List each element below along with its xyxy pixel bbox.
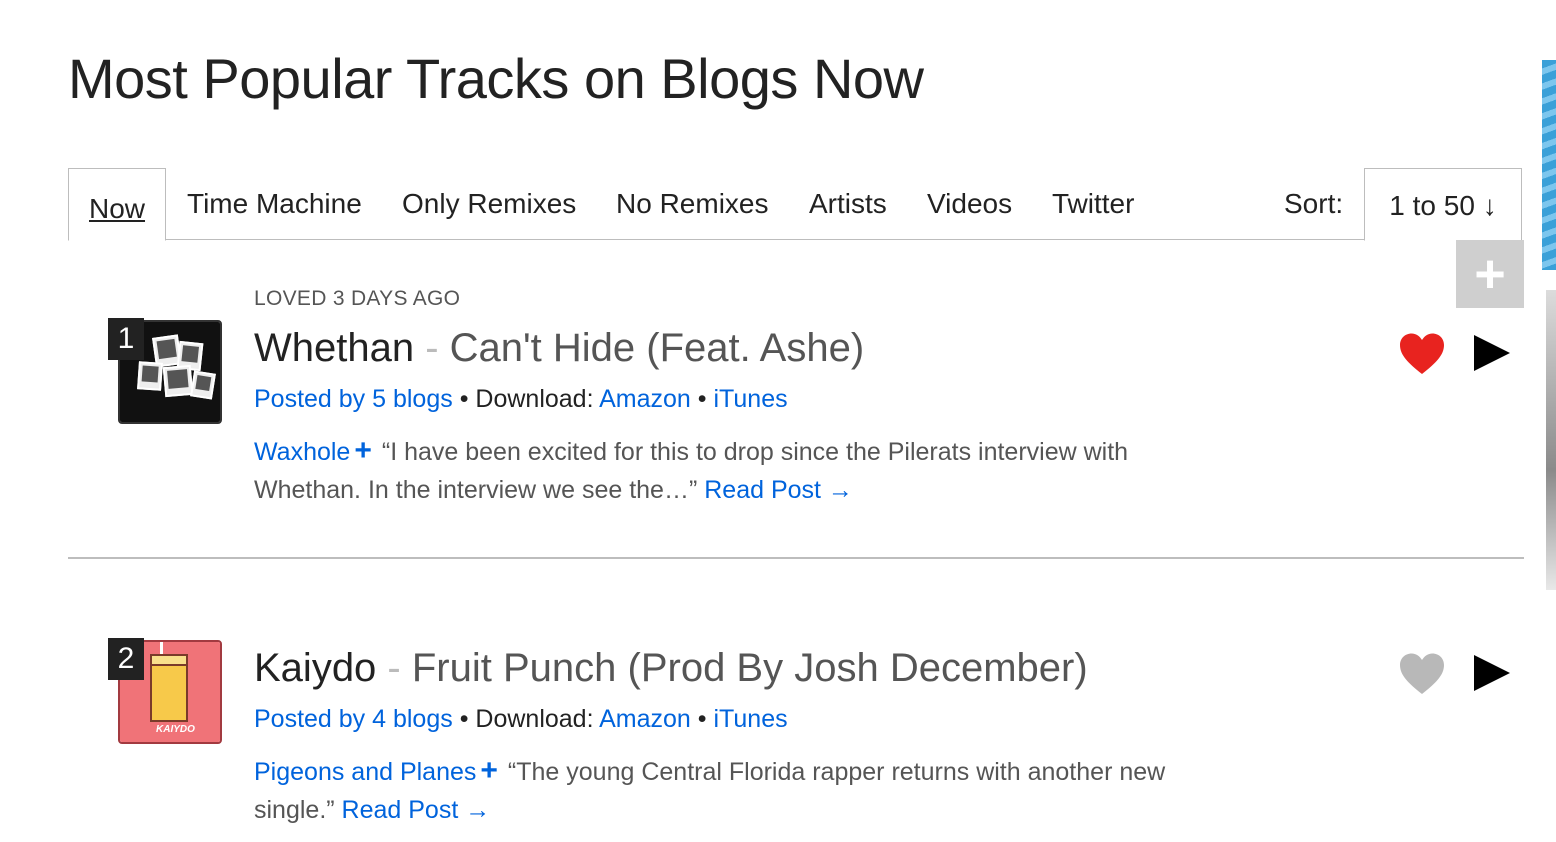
page-title: Most Popular Tracks on Blogs Now	[68, 47, 924, 110]
itunes-link[interactable]: iTunes	[713, 705, 787, 733]
tab-bar: Now Time Machine Only Remixes No Remixes…	[68, 168, 1522, 241]
blog-name-link[interactable]: Pigeons and Planes	[254, 758, 476, 786]
title-separator: -	[376, 646, 412, 690]
read-post-link[interactable]: Read Post →	[704, 476, 853, 504]
tab-no-remixes[interactable]: No Remixes	[616, 168, 768, 240]
bullet: •	[452, 705, 476, 733]
bullet: •	[452, 385, 476, 413]
play-icon[interactable]	[1472, 333, 1512, 373]
add-button[interactable]: +	[1456, 240, 1524, 308]
follow-blog-plus-icon[interactable]: +	[354, 434, 372, 467]
loved-label: LOVED 3 DAYS AGO	[254, 287, 461, 310]
edge-image-strip-2	[1546, 290, 1556, 590]
download-label: Download:	[475, 705, 600, 733]
posted-by-link[interactable]: Posted by 5 blogs	[254, 385, 453, 413]
follow-blog-plus-icon[interactable]: +	[480, 754, 498, 787]
tab-now[interactable]: Now	[68, 168, 167, 241]
tab-time-machine[interactable]: Time Machine	[187, 168, 362, 240]
artist-link[interactable]: Whethan	[254, 326, 414, 370]
track-title: Whethan - Can't Hide (Feat. Ashe)	[254, 326, 864, 371]
itunes-link[interactable]: iTunes	[713, 385, 787, 413]
tab-twitter[interactable]: Twitter	[1052, 168, 1134, 240]
track-title: Kaiydo - Fruit Punch (Prod By Josh Decem…	[254, 646, 1088, 691]
rank-badge: 1	[108, 318, 144, 360]
blog-quote: “I have been excited for this to drop si…	[254, 438, 1129, 504]
download-label: Download:	[475, 385, 600, 413]
blog-blurb: Pigeons and Planes + “The young Central Fl…	[254, 752, 1234, 829]
read-post-link[interactable]: Read Post →	[342, 796, 491, 824]
song-link[interactable]: Fruit Punch (Prod By Josh December)	[412, 646, 1088, 690]
track-meta: Posted by 5 blogs • Download: Amazon • i…	[254, 385, 788, 414]
edge-image-strip	[1542, 60, 1556, 270]
play-icon[interactable]	[1472, 653, 1512, 693]
bullet: •	[690, 705, 714, 733]
amazon-link[interactable]: Amazon	[599, 385, 691, 413]
song-link[interactable]: Can't Hide (Feat. Ashe)	[450, 326, 865, 370]
sort-label: Sort:	[1284, 188, 1344, 219]
blog-name-link[interactable]: Waxhole	[254, 438, 350, 466]
track-divider	[68, 557, 1524, 559]
tab-artists[interactable]: Artists	[809, 168, 887, 240]
bullet: •	[690, 385, 714, 413]
amazon-link[interactable]: Amazon	[599, 705, 691, 733]
sort-dropdown[interactable]: 1 to 50 ↓	[1364, 168, 1522, 241]
artist-link[interactable]: Kaiydo	[254, 646, 376, 690]
track-meta: Posted by 4 blogs • Download: Amazon • i…	[254, 705, 788, 734]
title-separator: -	[414, 326, 450, 370]
tab-only-remixes[interactable]: Only Remixes	[402, 168, 576, 240]
tab-videos[interactable]: Videos	[927, 168, 1012, 240]
heart-icon[interactable]	[1398, 652, 1446, 696]
heart-icon[interactable]	[1398, 332, 1446, 376]
rank-badge: 2	[108, 638, 144, 680]
blog-blurb: Waxhole + “I have been excited for this to…	[254, 432, 1234, 509]
posted-by-link[interactable]: Posted by 4 blogs	[254, 705, 453, 733]
